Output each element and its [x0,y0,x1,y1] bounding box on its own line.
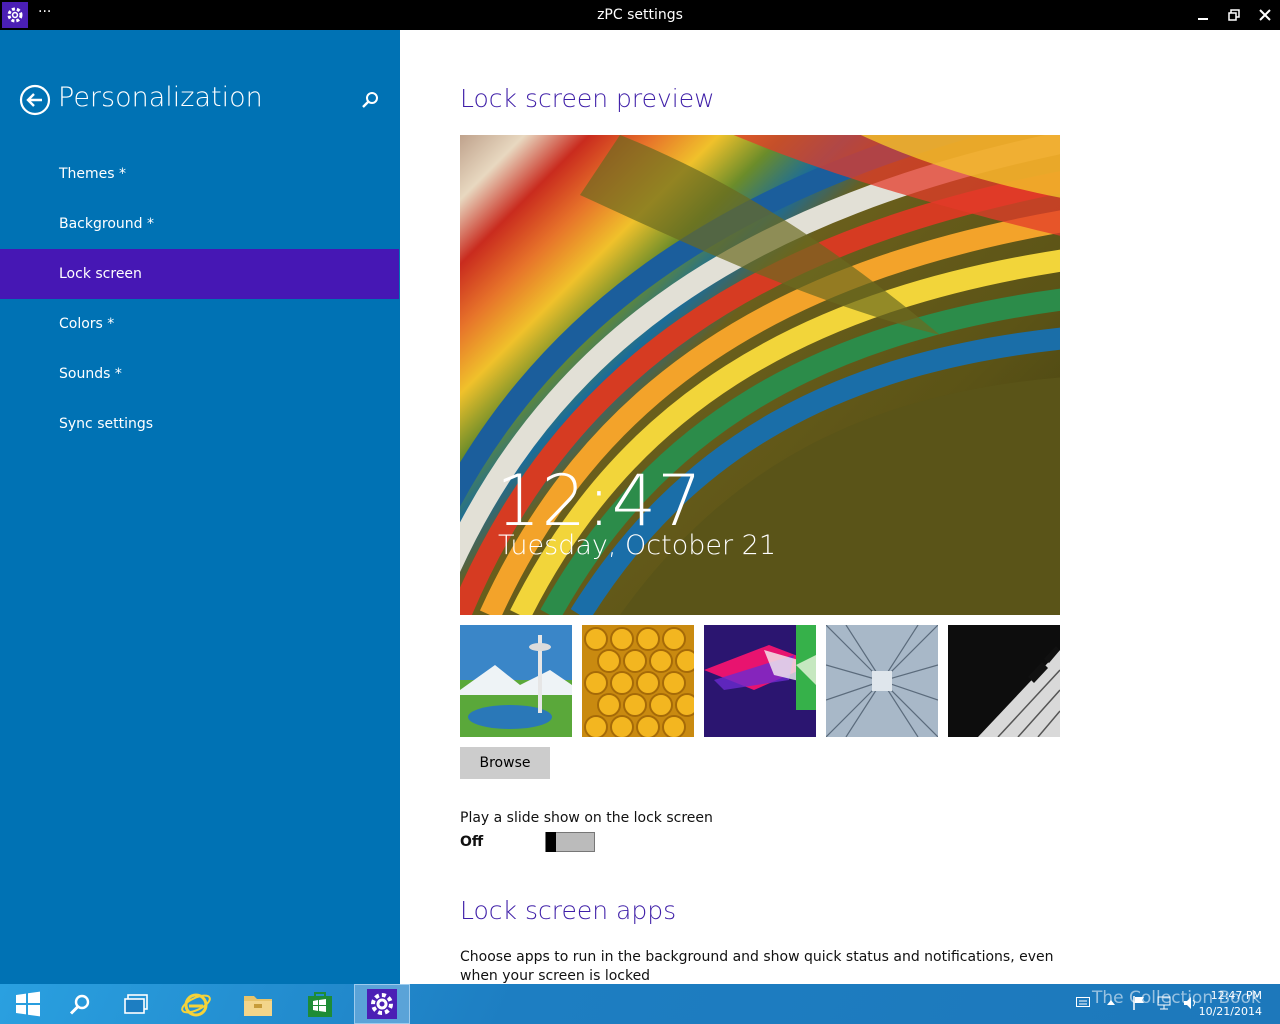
taskbar: The Collection Book 12:47 PM 10/21/2014 [0,984,1280,1024]
sidebar-item-lock-screen[interactable]: Lock screen [0,249,399,299]
start-button[interactable] [0,984,56,1024]
close-button[interactable] [1250,0,1280,30]
folder-icon [244,996,272,1016]
slideshow-toggle[interactable] [545,832,595,852]
lock-screen-apps-description: Choose apps to run in the background and… [460,949,1054,984]
clock-time: 12:47 PM [1210,989,1262,1002]
sidebar-item-themes[interactable]: Themes * [0,149,399,199]
flag-icon[interactable] [1132,995,1146,1011]
restore-icon [1228,9,1240,21]
taskbar-file-explorer[interactable] [230,984,286,1024]
taskbar-store[interactable] [292,984,348,1024]
minimize-button[interactable] [1188,0,1218,30]
slideshow-label: Play a slide show on the lock screen [460,810,713,826]
thumbnail-abstract-shapes[interactable] [704,625,816,737]
taskbar-clock[interactable]: 12:47 PM 10/21/2014 [1199,988,1262,1020]
toggle-knob [546,832,556,852]
slideshow-state-label: Off [460,834,484,850]
sidebar-item-sync-settings[interactable]: Sync settings [0,399,399,449]
internet-explorer-icon [181,993,211,1017]
page-title: Personalization [58,82,263,113]
sidebar-item-background[interactable]: Background * [0,199,399,249]
back-arrow-icon [19,84,51,116]
back-button[interactable] [19,84,51,120]
volume-icon[interactable] [1182,995,1198,1011]
taskbar-internet-explorer[interactable] [168,984,224,1024]
lock-screen-preview-heading: Lock screen preview [460,84,715,113]
preview-clock-date: Tuesday, October 21 [498,530,777,561]
sidebar-item-sounds[interactable]: Sounds * [0,349,399,399]
sidebar: Personalization Themes * Background * Lo… [0,30,400,984]
chevron-up-icon[interactable] [1106,998,1116,1006]
search-icon [362,92,378,108]
settings-gear-icon [367,989,397,1019]
browse-button[interactable]: Browse [460,747,550,779]
taskbar-settings[interactable] [354,984,410,1024]
lock-screen-apps-heading: Lock screen apps [460,896,677,925]
search-icon [69,994,90,1015]
window-title: zPC settings [597,7,683,23]
title-bar: ··· zPC settings [0,0,1280,30]
minimize-icon [1198,18,1208,20]
restore-button[interactable] [1219,0,1249,30]
thumbnail-city-tunnel[interactable] [826,625,938,737]
keyboard-icon[interactable] [1076,997,1090,1007]
task-view-button[interactable] [108,984,164,1024]
store-bag-icon [308,992,332,1017]
windows-logo-icon [16,991,40,1017]
background-thumbnails [460,625,1060,737]
sidebar-item-colors[interactable]: Colors * [0,299,399,349]
task-view-icon [124,994,148,1014]
lock-screen-preview-image: 12:47 Tuesday, October 21 [460,135,1060,615]
main-content: Lock screen preview 12:47 Tuesday, Octob… [400,30,1280,984]
network-icon[interactable] [1156,995,1172,1011]
thumbnail-honeycomb[interactable] [582,625,694,737]
search-button[interactable] [360,90,380,114]
close-icon [1259,9,1271,21]
thumbnail-space-needle[interactable] [460,625,572,737]
clock-date: 10/21/2014 [1198,1005,1262,1018]
taskbar-search[interactable] [52,984,108,1024]
thumbnail-piano-keys[interactable] [948,625,1060,737]
